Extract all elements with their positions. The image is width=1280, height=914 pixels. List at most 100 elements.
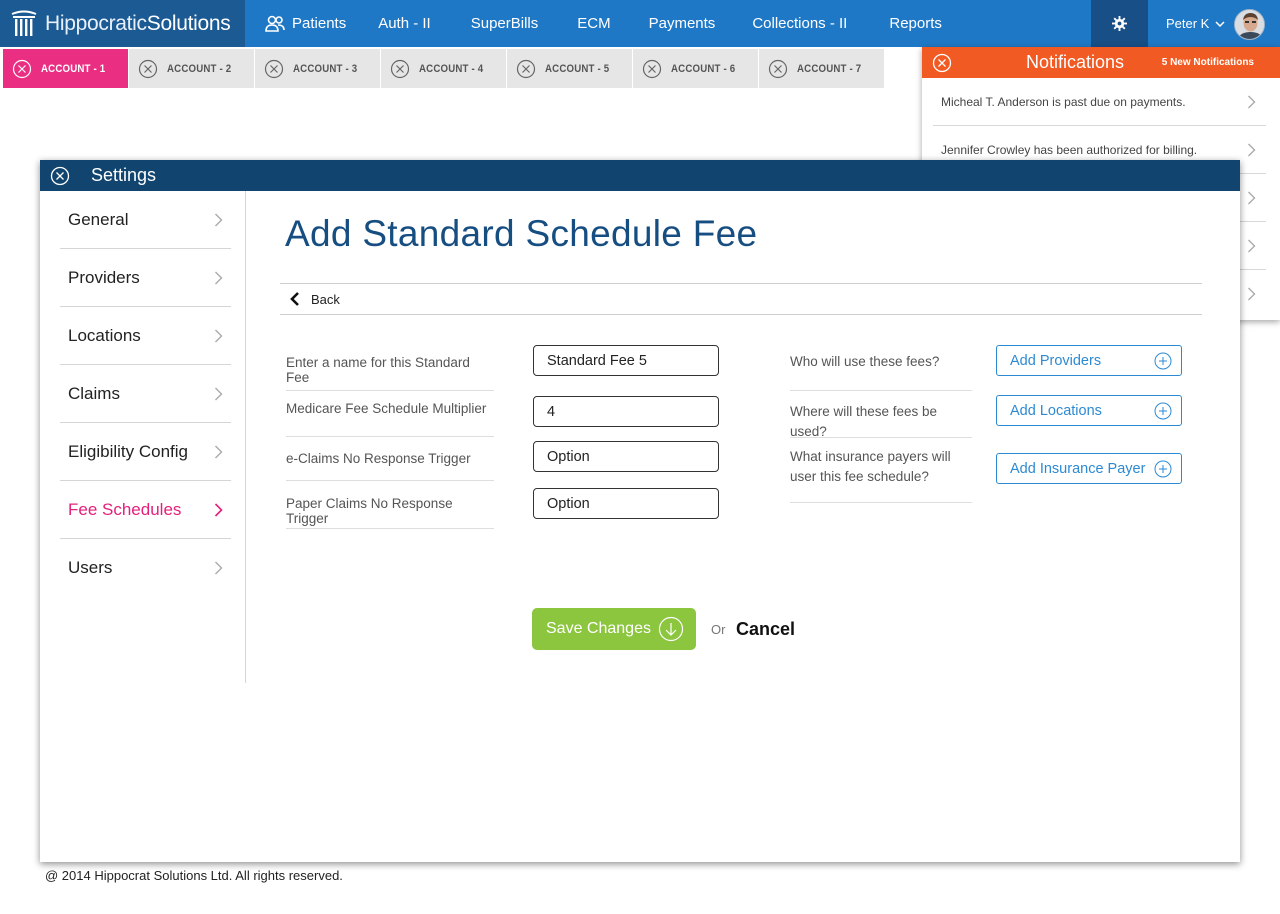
tab-account-2[interactable]: ACCOUNT - 2 [129, 49, 255, 88]
form-row: What insurance payers will user this fee… [790, 438, 1182, 503]
tab-account-7[interactable]: ACCOUNT - 7 [759, 49, 885, 88]
eclaims-trigger-select[interactable]: Option [533, 441, 719, 472]
sidebar-item-eligibility-config[interactable]: Eligibility Config [60, 423, 231, 481]
close-icon[interactable] [642, 59, 662, 79]
sidebar-item-providers[interactable]: Providers [60, 249, 231, 307]
back-label: Back [311, 291, 340, 307]
field-label: e-Claims No Response Trigger [286, 451, 471, 466]
close-icon[interactable] [932, 53, 952, 73]
patients-icon [265, 15, 285, 32]
sidebar-item-label: Providers [68, 267, 140, 287]
close-icon[interactable] [516, 59, 536, 79]
arrow-down-circle-icon [658, 616, 684, 642]
or-text: Or [711, 622, 726, 637]
avatar[interactable] [1234, 9, 1265, 40]
sidebar-item-label: Users [68, 558, 113, 577]
tab-label: ACCOUNT - 2 [167, 62, 232, 75]
form-row: Medicare Fee Schedule Multiplier 4 [286, 391, 719, 437]
field-label: Medicare Fee Schedule Multiplier [286, 401, 487, 416]
nav-item-label: Patients [292, 15, 347, 32]
notification-text: Micheal T. Anderson is past due on payme… [941, 94, 1186, 109]
user-photo-icon [1235, 10, 1264, 39]
nav-item-label: Collections - II [752, 15, 848, 32]
user-menu[interactable]: Peter K [1148, 0, 1280, 47]
button-label: Add Locations [1010, 402, 1102, 419]
sidebar-item-fee-schedules[interactable]: Fee Schedules [60, 481, 231, 539]
tab-account-1[interactable]: ACCOUNT - 1 [3, 49, 129, 88]
settings-title: Settings [91, 165, 157, 185]
nav-item-patients[interactable]: Patients [265, 0, 346, 47]
settings-modal: Settings General Providers Locations Cla… [40, 160, 1240, 862]
brand[interactable]: HippocraticSolutions [0, 0, 245, 47]
field-label: Where will these fees be used? [790, 404, 938, 439]
main-nav: Patients Auth - II SuperBills ECM Paymen… [245, 0, 942, 47]
tab-account-4[interactable]: ACCOUNT - 4 [381, 49, 507, 88]
medicare-multiplier-input[interactable]: 4 [533, 396, 719, 427]
field-label: What insurance payers will user this fee… [790, 449, 951, 484]
back-link[interactable]: Back [280, 283, 1202, 315]
add-locations-button[interactable]: Add Locations [996, 395, 1182, 426]
settings-button[interactable] [1091, 0, 1148, 47]
field-label: Paper Claims No Response Trigger [286, 496, 453, 526]
sidebar-item-label: Claims [68, 383, 120, 403]
chevron-left-icon [290, 292, 299, 306]
sidebar-item-claims[interactable]: Claims [60, 365, 231, 423]
chevron-down-icon [1215, 20, 1225, 27]
chevron-right-icon [215, 271, 223, 285]
form-row: Enter a name for this Standard Fee Stand… [286, 345, 719, 391]
brand-name-light: Hippocratic [45, 11, 147, 35]
plus-circle-icon [1154, 402, 1172, 420]
fee-name-input[interactable]: Standard Fee 5 [533, 345, 719, 376]
notification-text: Jennifer Crowley has been authorized for… [941, 142, 1198, 157]
nav-item-label: ECM [577, 15, 611, 32]
close-icon[interactable] [390, 59, 410, 79]
close-icon[interactable] [138, 59, 158, 79]
nav-item-collections[interactable]: Collections - II [752, 0, 847, 47]
fee-form-right: Who will use these fees? Add Providers W… [790, 345, 1182, 503]
tab-account-3[interactable]: ACCOUNT - 3 [255, 49, 381, 88]
nav-item-label: Reports [889, 15, 942, 32]
nav-item-label: SuperBills [470, 15, 539, 32]
tab-label: ACCOUNT - 5 [545, 62, 610, 75]
page-title: Add Standard Schedule Fee [285, 213, 758, 254]
tab-label: ACCOUNT - 1 [41, 62, 106, 75]
account-tabs: ACCOUNT - 1 ACCOUNT - 2 ACCOUNT - 3 ACCO… [3, 49, 885, 88]
close-icon[interactable] [768, 59, 788, 79]
nav-item-label: Payments [648, 15, 716, 32]
paper-claims-trigger-select[interactable]: Option [533, 488, 719, 519]
tab-account-6[interactable]: ACCOUNT - 6 [633, 49, 759, 88]
tab-label: ACCOUNT - 3 [293, 62, 358, 75]
nav-item-superbills[interactable]: SuperBills [471, 0, 539, 47]
notification-item[interactable]: Micheal T. Anderson is past due on payme… [933, 78, 1266, 126]
footer-copyright: @ 2014 Hippocrat Solutions Ltd. All righ… [45, 868, 343, 883]
chevron-right-icon [215, 561, 223, 575]
form-row: Paper Claims No Response Trigger Option [286, 481, 719, 529]
nav-item-payments[interactable]: Payments [649, 0, 716, 47]
sidebar-item-locations[interactable]: Locations [60, 307, 231, 365]
add-providers-button[interactable]: Add Providers [996, 345, 1182, 376]
cancel-button[interactable]: Cancel [736, 619, 795, 640]
sidebar-item-general[interactable]: General [60, 191, 231, 249]
gear-icon [1112, 16, 1127, 31]
chevron-right-icon [1248, 287, 1256, 301]
sidebar-item-label: Fee Schedules [68, 499, 182, 519]
notifications-title: Notifications [1026, 52, 1125, 72]
close-icon[interactable] [12, 59, 32, 79]
plus-circle-icon [1154, 352, 1172, 370]
close-icon[interactable] [50, 166, 70, 186]
field-label: Enter a name for this Standard Fee [286, 355, 470, 385]
chevron-right-icon [1248, 239, 1256, 253]
sidebar-item-label: Locations [68, 325, 141, 345]
chevron-right-icon [215, 387, 223, 401]
nav-item-auth[interactable]: Auth - II [378, 0, 431, 47]
tab-account-5[interactable]: ACCOUNT - 5 [507, 49, 633, 88]
save-changes-button[interactable]: Save Changes [532, 608, 696, 650]
sidebar-item-users[interactable]: Users [60, 539, 231, 597]
close-icon[interactable] [264, 59, 284, 79]
nav-item-reports[interactable]: Reports [889, 0, 942, 47]
button-label: Save Changes [546, 620, 651, 637]
form-row: e-Claims No Response Trigger Option [286, 437, 719, 481]
chevron-right-icon [215, 329, 223, 343]
add-insurance-payer-button[interactable]: Add Insurance Payer [996, 453, 1182, 484]
nav-item-ecm[interactable]: ECM [577, 0, 610, 47]
